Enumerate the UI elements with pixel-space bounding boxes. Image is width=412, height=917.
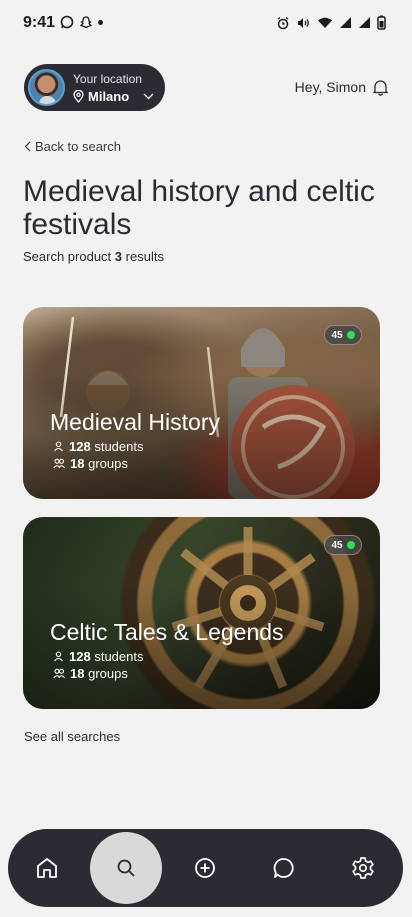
- greeting-text: Hey, Simon: [294, 79, 366, 95]
- nav-chat[interactable]: [271, 855, 297, 881]
- avatar[interactable]: [28, 69, 65, 106]
- course-card[interactable]: 45 Celtic Tales & Legends 128 students 1…: [23, 517, 380, 709]
- location-label: Your location: [73, 71, 142, 86]
- course-card[interactable]: 45 Medieval History 128 students 18 grou…: [23, 307, 380, 499]
- results-count: 3: [114, 249, 123, 264]
- signal-icon: [359, 17, 370, 28]
- location-city: Milano: [88, 88, 130, 104]
- settings-icon: [352, 857, 374, 879]
- add-icon: [195, 858, 215, 878]
- card-title: Celtic Tales & Legends: [50, 619, 284, 645]
- chevron-left-icon: [24, 141, 31, 152]
- dot-icon: [98, 19, 103, 25]
- online-dot-icon: [346, 541, 355, 549]
- nav-add[interactable]: [192, 855, 218, 881]
- battery-icon: [377, 15, 386, 30]
- bottom-nav: [8, 829, 403, 907]
- card-title: Medieval History: [50, 409, 220, 435]
- alarm-icon: [277, 16, 289, 29]
- wifi-icon: [318, 17, 332, 28]
- bell-icon[interactable]: [373, 79, 388, 96]
- nav-search[interactable]: [113, 855, 139, 881]
- vibrate-icon: [298, 17, 309, 28]
- status-badge: 45: [324, 325, 362, 345]
- results-summary: Search product 3 results: [23, 249, 164, 264]
- status-badge: 45: [324, 535, 362, 555]
- online-dot-icon: [346, 331, 355, 339]
- nav-home[interactable]: [34, 855, 60, 881]
- groups-stat: 18 groups: [53, 456, 128, 471]
- location-selector[interactable]: Your location Milano: [24, 64, 165, 111]
- back-to-search-link[interactable]: Back to search: [24, 139, 121, 154]
- chevron-down-icon: [143, 93, 154, 99]
- users-icon: [53, 458, 65, 469]
- user-icon: [54, 651, 63, 662]
- page-title: Medieval history and celtic festivals: [23, 175, 375, 241]
- status-bar: 9:41: [0, 0, 412, 46]
- students-stat: 128 students: [53, 439, 143, 454]
- users-icon: [53, 668, 65, 679]
- home-icon: [37, 858, 57, 878]
- nav-settings[interactable]: [350, 855, 376, 881]
- back-label: Back to search: [35, 139, 121, 154]
- user-icon: [54, 441, 63, 452]
- search-icon: [117, 859, 135, 877]
- signal-icon: [340, 17, 351, 28]
- groups-stat: 18 groups: [53, 666, 128, 681]
- status-time: 9:41: [23, 14, 56, 31]
- see-all-searches-link[interactable]: See all searches: [24, 729, 120, 744]
- map-pin-icon: [73, 89, 84, 103]
- students-stat: 128 students: [53, 649, 143, 664]
- whatsapp-icon: [60, 15, 74, 29]
- chat-icon: [273, 858, 294, 878]
- snapchat-icon: [79, 16, 93, 29]
